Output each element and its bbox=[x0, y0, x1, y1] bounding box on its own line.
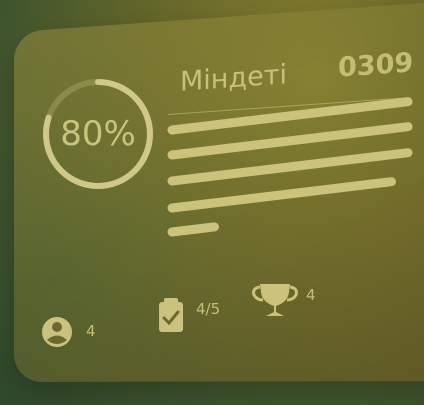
clipboard-check-icon bbox=[159, 298, 183, 332]
users-count: 4 bbox=[86, 322, 96, 340]
tasks-count: 4/5 bbox=[196, 300, 220, 318]
trophy-icon bbox=[252, 284, 298, 316]
stats-bar: 4 4/5 4 bbox=[42, 284, 316, 347]
trophy-count: 4 bbox=[306, 286, 316, 304]
user-circle-icon bbox=[42, 317, 72, 347]
